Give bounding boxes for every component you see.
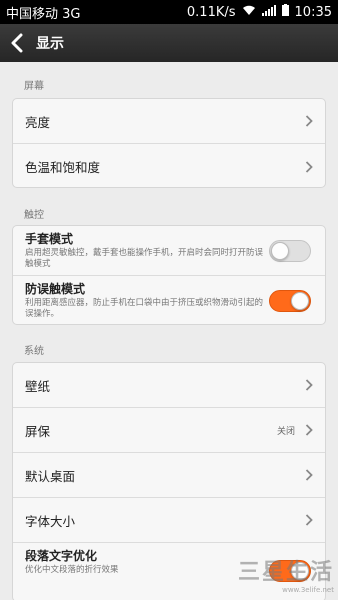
chevron-right-icon [305,160,313,173]
back-chevron-icon[interactable] [10,33,28,53]
screensaver-value: 关闭 [276,426,295,437]
app-header: 显示 [0,24,338,62]
chevron-right-icon [305,379,313,391]
section-label-touch: 触控 [24,210,44,221]
setting-brightness[interactable]: 亮度 [13,99,325,144]
screen-group: 亮度 色温和饱和度 [12,98,326,188]
setting-screensaver[interactable]: 屏保 关闭 [13,408,325,453]
clock: 10:35 [294,4,332,20]
toggle-knob [291,292,309,310]
chevron-right-icon [305,115,313,127]
wallpaper-label: 壁纸 [25,378,51,394]
chevron-right-icon [305,514,313,526]
setting-wallpaper[interactable]: 壁纸 [13,363,325,408]
toggle-knob [271,241,289,260]
pocket-mode-description: 利用距离感应器，防止手机在口袋中由于挤压或织物滑动引起的误操作。 [25,298,264,319]
page-title: 显示 [36,36,64,52]
chevron-right-icon [305,469,313,481]
glove-mode-description: 启用超灵敏触控，戴手套也能操作手机，开启时会同时打开防误触模式 [25,248,264,269]
setting-glove-mode[interactable]: 手套模式 启用超灵敏触控，戴手套也能操作手机，开启时会同时打开防误触模式 [13,226,325,276]
chevron-right-icon [305,424,313,436]
setting-pocket-mode[interactable]: 防误触模式 利用距离感应器，防止手机在口袋中由于挤压或织物滑动引起的误操作。 [13,276,325,324]
watermark: 三星生活 www.3elife.net [238,554,334,594]
brightness-label: 亮度 [25,114,51,130]
setting-color-temperature[interactable]: 色温和饱和度 [13,144,325,187]
setting-font-size[interactable]: 字体大小 [13,498,325,543]
default-launcher-label: 默认桌面 [25,468,76,484]
touch-group: 手套模式 启用超灵敏触控，戴手套也能操作手机，开启时会同时打开防误触模式 防误触… [12,225,326,325]
watermark-logo: 三星生活 [237,560,334,585]
watermark-url: www.3elife.net [282,586,334,594]
network-speed: 0.11K/s [186,4,236,20]
color-temperature-label: 色温和饱和度 [25,160,101,175]
wifi-icon [242,5,256,20]
carrier-label: 中国移动 3G [6,6,81,22]
status-bar: 中国移动 3G 0.11K/s 10:35 [0,0,338,24]
setting-default-launcher[interactable]: 默认桌面 [13,453,325,498]
screensaver-label: 屏保 [25,423,51,439]
font-size-label: 字体大小 [25,513,76,529]
section-label-screen: 屏幕 [24,81,44,92]
battery-icon [281,4,289,20]
pocket-mode-toggle[interactable] [269,290,311,312]
glove-mode-toggle[interactable] [269,239,311,262]
section-label-system: 系统 [24,346,44,357]
paragraph-optimization-description: 优化中文段落的折行效果 [25,565,119,575]
signal-icon [261,4,276,20]
